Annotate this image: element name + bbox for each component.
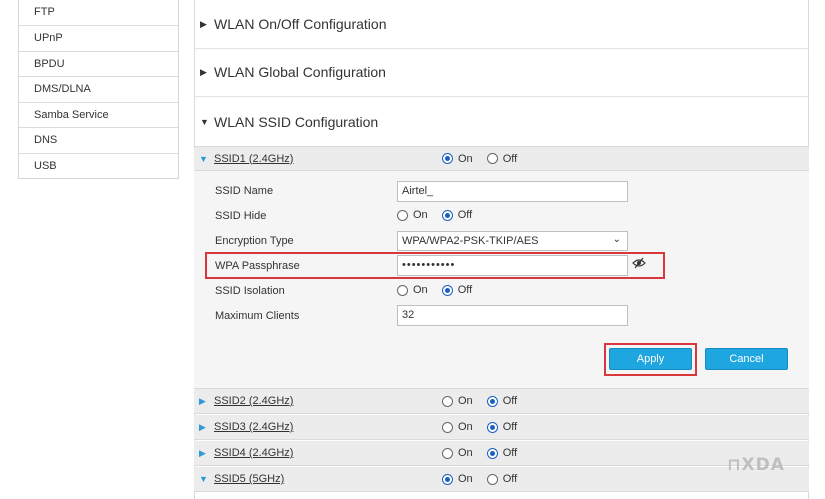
- section-title: WLAN SSID Configuration: [214, 114, 378, 130]
- radio-on[interactable]: [442, 474, 453, 485]
- radio-on[interactable]: [442, 448, 453, 459]
- sidebar: FTP UPnP BPDU DMS/DLNA Samba Service DNS…: [18, 0, 179, 179]
- radio-on[interactable]: [442, 153, 453, 164]
- ssid-link[interactable]: SSID3 (2.4GHz): [214, 421, 293, 433]
- radio-off[interactable]: [487, 396, 498, 407]
- triangle-down-icon: ▼: [199, 154, 208, 164]
- apply-highlight: [604, 343, 697, 376]
- ssid-link[interactable]: SSID4 (2.4GHz): [214, 447, 293, 459]
- section-title: WLAN On/Off Configuration: [214, 16, 386, 32]
- sidebar-item-dms-dlna[interactable]: DMS/DLNA: [19, 76, 178, 102]
- ssid-row-5: ▼ SSID5 (5GHz) On Off: [194, 467, 809, 492]
- ssid-link[interactable]: SSID5 (5GHz): [214, 473, 284, 485]
- ssid1-config-panel: SSID Name Airtel_ SSID Hide On Off Encry…: [194, 171, 809, 389]
- ssid-hide-toggle: On Off: [397, 209, 486, 221]
- radio-off[interactable]: [487, 153, 498, 164]
- sidebar-item-samba-service[interactable]: Samba Service: [19, 102, 178, 128]
- ssid-toggle: On Off: [442, 473, 531, 485]
- radio-off[interactable]: [487, 448, 498, 459]
- encryption-type-select[interactable]: WPA/WPA2-PSK-TKIP/AES ⌄: [397, 231, 628, 251]
- radio-off[interactable]: [442, 210, 453, 221]
- encryption-type-label: Encryption Type: [215, 235, 294, 247]
- sidebar-item-upnp[interactable]: UPnP: [19, 25, 178, 51]
- ssid-isolation-toggle: On Off: [397, 284, 486, 296]
- ssid-row-1: ▼ SSID1 (2.4GHz) On Off: [194, 146, 809, 171]
- triangle-right-icon: ▶: [199, 422, 206, 433]
- ssid-row-2: ▶ SSID2 (2.4GHz) On Off: [194, 389, 809, 414]
- ssid-name-input[interactable]: Airtel_: [397, 181, 628, 202]
- maximum-clients-input[interactable]: 32: [397, 305, 628, 326]
- radio-off[interactable]: [487, 474, 498, 485]
- passphrase-highlight: [205, 252, 665, 279]
- ssid-row-3: ▶ SSID3 (2.4GHz) On Off: [194, 415, 809, 440]
- section-wlan-ssid[interactable]: ▼ WLAN SSID Configuration: [194, 97, 809, 146]
- ssid-hide-label: SSID Hide: [215, 210, 266, 222]
- radio-on[interactable]: [397, 210, 408, 221]
- triangle-right-icon: ▶: [200, 67, 214, 78]
- radio-off[interactable]: [487, 422, 498, 433]
- triangle-right-icon: ▶: [200, 19, 214, 30]
- ssid-link[interactable]: SSID1 (2.4GHz): [214, 153, 293, 165]
- radio-on[interactable]: [442, 422, 453, 433]
- triangle-down-icon: ▼: [199, 474, 208, 484]
- ssid-link[interactable]: SSID2 (2.4GHz): [214, 395, 293, 407]
- xda-watermark: ⊓XDA: [727, 455, 785, 475]
- ssid-toggle: On Off: [442, 153, 531, 165]
- ssid-name-label: SSID Name: [215, 185, 273, 197]
- ssid-toggle: On Off: [442, 421, 531, 433]
- sidebar-item-dns[interactable]: DNS: [19, 127, 178, 153]
- radio-on[interactable]: [397, 285, 408, 296]
- section-wlan-global[interactable]: ▶ WLAN Global Configuration: [194, 48, 809, 97]
- ssid-toggle: On Off: [442, 395, 531, 407]
- section-title: WLAN Global Configuration: [214, 64, 386, 80]
- sidebar-item-usb[interactable]: USB: [19, 153, 178, 179]
- radio-off[interactable]: [442, 285, 453, 296]
- section-wlan-onoff[interactable]: ▶ WLAN On/Off Configuration: [194, 0, 809, 49]
- ssid-toggle: On Off: [442, 447, 531, 459]
- triangle-right-icon: ▶: [199, 448, 206, 459]
- ssid-row-4: ▶ SSID4 (2.4GHz) On Off: [194, 441, 809, 466]
- maximum-clients-label: Maximum Clients: [215, 310, 299, 322]
- sidebar-item-bpdu[interactable]: BPDU: [19, 51, 178, 77]
- cancel-button[interactable]: Cancel: [705, 348, 788, 370]
- triangle-down-icon: ▼: [200, 117, 214, 127]
- main-content: ▶ WLAN On/Off Configuration ▶ WLAN Globa…: [194, 0, 809, 499]
- triangle-right-icon: ▶: [199, 396, 206, 407]
- sidebar-item-ftp[interactable]: FTP: [19, 0, 178, 25]
- radio-on[interactable]: [442, 396, 453, 407]
- chevron-down-icon: ⌄: [613, 234, 621, 245]
- ssid-isolation-label: SSID Isolation: [215, 285, 285, 297]
